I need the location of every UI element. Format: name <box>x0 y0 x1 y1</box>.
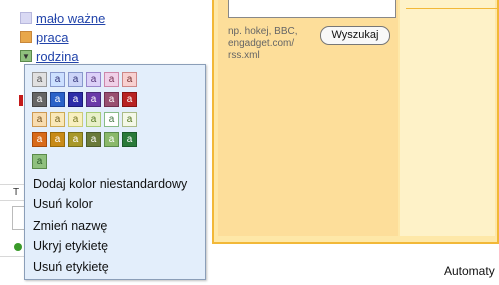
color-swatch[interactable]: a <box>68 112 83 127</box>
swatch-row: a a a a a a <box>32 132 137 147</box>
color-swatch[interactable]: a <box>50 92 65 107</box>
label-link[interactable]: mało ważne <box>36 11 105 26</box>
color-swatch[interactable]: a <box>68 132 83 147</box>
delete-label-item[interactable]: Usuń etykietę <box>33 257 109 277</box>
label-row-praca[interactable]: praca <box>20 29 69 45</box>
label-color-stub <box>19 95 23 106</box>
color-swatch[interactable]: a <box>86 92 101 107</box>
color-swatch[interactable]: a <box>50 72 65 87</box>
color-swatch[interactable]: a <box>32 112 47 127</box>
hide-label-item[interactable]: Ukryj etykietę <box>33 236 108 256</box>
color-swatch[interactable]: a <box>68 72 83 87</box>
footer-link[interactable]: Automaty <box>444 264 495 278</box>
color-swatch[interactable]: a <box>86 112 101 127</box>
remove-color-item[interactable]: Usuń kolor <box>33 194 93 214</box>
swatch-row: a a a a a a <box>32 92 137 107</box>
search-button[interactable]: Wyszukaj <box>320 26 390 45</box>
swatch-row: a a a a a a <box>32 112 137 127</box>
color-swatch[interactable]: a <box>104 112 119 127</box>
search-hint: np. hokej, BBC, engadget.com/ rss.xml <box>228 26 298 61</box>
divider <box>0 256 24 257</box>
add-custom-color-item[interactable]: Dodaj kolor niestandardowy <box>33 174 187 194</box>
rename-item[interactable]: Zmień nazwę <box>33 216 107 236</box>
label-row-rodzina[interactable]: ▼ rodzina <box>20 48 79 64</box>
color-swatch[interactable]: a <box>122 112 137 127</box>
label-color-swatch <box>20 12 32 24</box>
color-swatch[interactable]: a <box>104 132 119 147</box>
color-swatch[interactable]: a <box>68 92 83 107</box>
selected-color-row: a <box>32 154 47 169</box>
label-link[interactable]: rodzina <box>36 49 79 64</box>
chevron-down-icon[interactable]: ▼ <box>20 50 32 62</box>
partial-heading: T <box>13 187 20 198</box>
label-color-menu: a a a a a a a a a a a a a a a a a a a a … <box>24 64 206 280</box>
divider <box>406 8 499 9</box>
color-swatch[interactable]: a <box>122 72 137 87</box>
color-swatch[interactable]: a <box>104 72 119 87</box>
color-swatch[interactable]: a <box>86 132 101 147</box>
label-color-swatch <box>20 31 32 43</box>
label-row-malo-wazne[interactable]: mało ważne <box>20 10 105 26</box>
divider <box>0 200 24 201</box>
color-swatch[interactable]: a <box>86 72 101 87</box>
color-swatch[interactable]: a <box>122 92 137 107</box>
color-swatch[interactable]: a <box>50 112 65 127</box>
divider <box>0 184 24 185</box>
color-swatch[interactable]: a <box>50 132 65 147</box>
selected-color-swatch[interactable]: a <box>32 154 47 169</box>
label-link[interactable]: praca <box>36 30 69 45</box>
feed-panel: np. hokej, BBC, engadget.com/ rss.xml Wy… <box>212 0 499 244</box>
swatch-row: a a a a a a <box>32 72 137 87</box>
color-swatch[interactable]: a <box>122 132 137 147</box>
status-dot-icon <box>14 243 22 251</box>
color-swatch[interactable]: a <box>104 92 119 107</box>
feed-search-input[interactable] <box>228 0 396 18</box>
color-swatch[interactable]: a <box>32 132 47 147</box>
color-swatch[interactable]: a <box>32 72 47 87</box>
feed-content-area <box>400 0 495 236</box>
color-swatch[interactable]: a <box>32 92 47 107</box>
